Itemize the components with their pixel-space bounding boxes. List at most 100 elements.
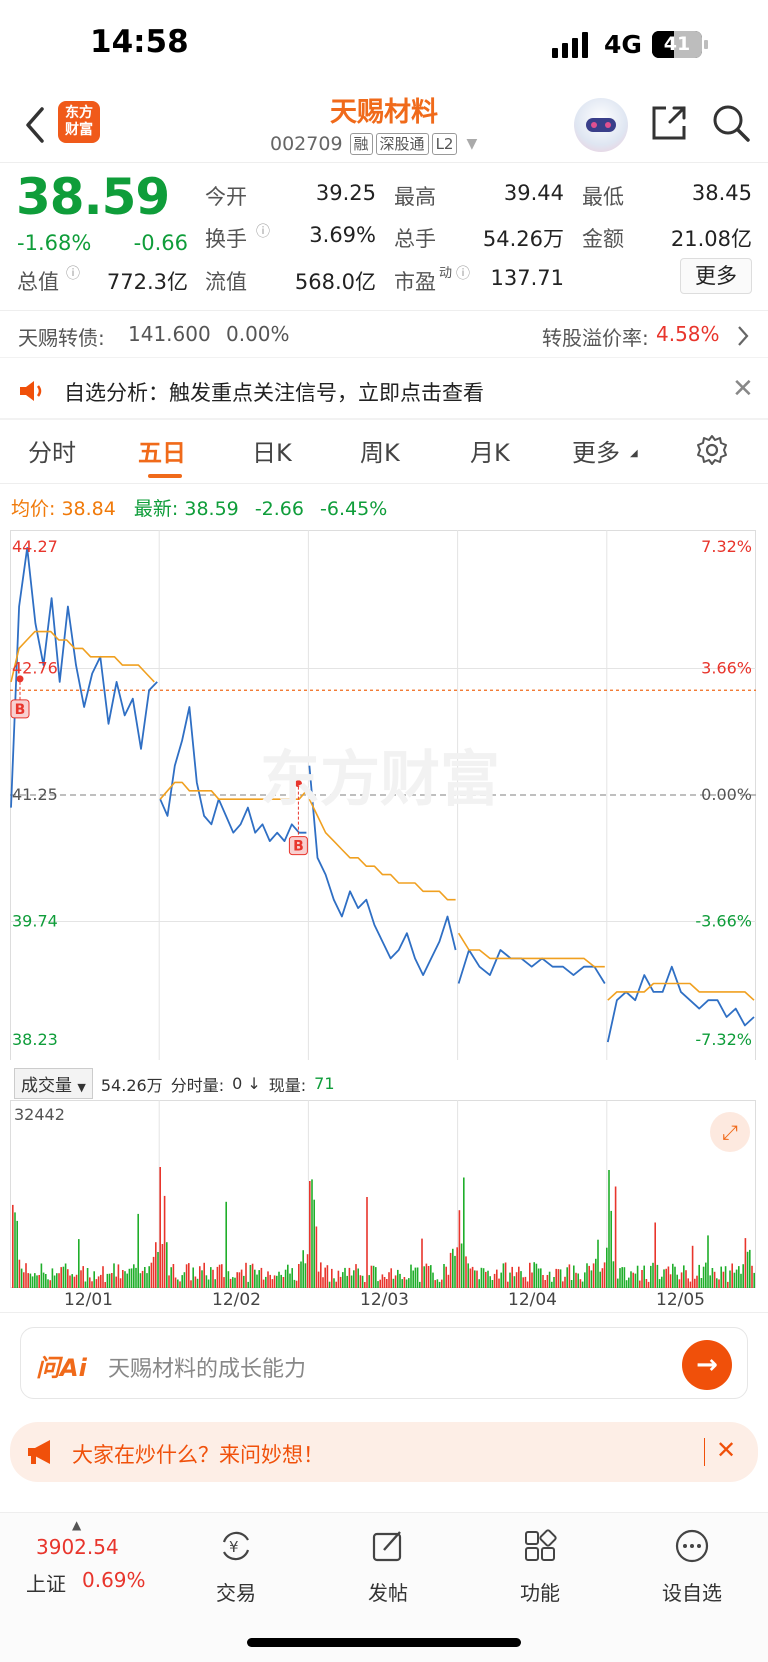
now-volume-label: 现量: — [268, 1075, 307, 1095]
buy-marker-dot — [16, 675, 24, 683]
tab-daily-k[interactable]: 日K — [252, 433, 292, 468]
volume-bar — [641, 1270, 643, 1288]
dropdown-icon: ◢ — [630, 448, 638, 459]
volume-bar — [586, 1263, 588, 1288]
volume-bar — [689, 1281, 692, 1288]
tab-intraday[interactable]: 分时 — [28, 433, 76, 468]
stock-code-row[interactable]: 002709 融 深股通 L2 ▼ — [270, 133, 477, 155]
tab-5day[interactable]: 五日 — [138, 433, 186, 468]
search-icon[interactable] — [711, 103, 751, 143]
index-change[interactable]: 0.69% — [82, 1568, 146, 1592]
network-label: 4G — [604, 30, 642, 59]
nav-features[interactable]: 功能 — [480, 1528, 600, 1606]
volume-bar — [454, 1255, 456, 1288]
volume-bar — [531, 1272, 533, 1288]
volume-bar — [353, 1270, 355, 1288]
tab-monthly-k[interactable]: 月K — [470, 433, 510, 468]
volume-bar — [480, 1267, 483, 1288]
volume-bar — [203, 1262, 205, 1288]
volume-bar — [93, 1271, 95, 1288]
latest-change-pct: -6.45% — [320, 498, 388, 520]
y-tick-label: 42.76 — [12, 659, 58, 678]
volume-bar — [408, 1278, 410, 1288]
change-percent: -1.68% — [17, 231, 92, 255]
convertible-bond-row[interactable]: 天赐转债: 141.600 0.00% 转股溢价率: 4.58% — [0, 312, 768, 357]
volume-bar — [313, 1199, 315, 1288]
chart-info-line: 均价: 38.84 最新: 38.59 -2.66 -6.45% — [11, 494, 387, 521]
volume-bar — [597, 1239, 599, 1288]
info-icon[interactable]: ⓘ — [66, 263, 80, 283]
volume-bar — [254, 1269, 256, 1288]
price-chart[interactable]: 44.27 7.32% 42.76 3.66% 41.25 0.00% 39.74 -3.66… — [10, 530, 756, 1060]
more-button[interactable]: 更多 — [680, 258, 752, 294]
volume-bar — [27, 1273, 29, 1288]
volume-bar — [482, 1268, 485, 1288]
volume-bar — [410, 1264, 412, 1288]
nav-post[interactable]: 发帖 — [328, 1528, 448, 1606]
volume-bar — [592, 1263, 595, 1288]
info-icon[interactable]: ⓘ — [456, 263, 470, 283]
volume-bar — [432, 1272, 434, 1288]
close-icon[interactable]: ✕ — [716, 1436, 736, 1464]
volume-bar — [229, 1278, 232, 1288]
settings-gear-icon[interactable] — [696, 434, 728, 466]
tab-more[interactable]: 更多 — [572, 433, 620, 468]
volume-bar — [273, 1275, 276, 1288]
volume-chart[interactable]: 32442 — [10, 1100, 756, 1288]
volume-bar — [97, 1276, 100, 1288]
volume-bar — [359, 1275, 362, 1288]
float-value-label: 流值 — [205, 270, 247, 294]
index-name[interactable]: 上证 — [26, 1568, 66, 1597]
volume-bar — [284, 1269, 287, 1288]
tab-weekly-k[interactable]: 周K — [360, 433, 400, 468]
volume-bar — [412, 1270, 414, 1288]
volume-bar — [113, 1263, 115, 1288]
volume-bar — [498, 1278, 500, 1288]
volume-bar — [223, 1277, 225, 1288]
minute-volume-value: 0 ↓ — [232, 1074, 261, 1093]
ai-search-input[interactable]: 天赐材料的成长能力 — [108, 1351, 306, 1383]
volume-indicator-select[interactable]: 成交量 ▼ — [14, 1068, 93, 1099]
volume-bar — [606, 1247, 608, 1288]
share-icon[interactable] — [650, 104, 688, 142]
volume-bar — [370, 1265, 373, 1288]
volume-bar — [487, 1270, 489, 1288]
volume-bar — [562, 1281, 564, 1288]
robot-avatar[interactable] — [574, 98, 628, 152]
volume-bar — [20, 1268, 23, 1288]
info-icon[interactable]: ⓘ — [256, 221, 270, 241]
volume-bar — [339, 1276, 342, 1288]
dropdown-icon: ▼ — [466, 136, 478, 152]
nav-add-watchlist[interactable]: 设自选 — [632, 1528, 752, 1606]
expand-icon[interactable]: ⤢ — [710, 1112, 750, 1152]
nav-trade[interactable]: ¥ 交易 — [176, 1528, 296, 1606]
now-volume-value: 71 — [314, 1074, 335, 1093]
volume-bar — [232, 1277, 234, 1288]
volume-bar — [469, 1268, 472, 1288]
index-value[interactable]: 3902.54 — [36, 1535, 119, 1559]
volume-bar — [361, 1275, 364, 1288]
volume-bar — [656, 1264, 659, 1288]
volume-bar — [685, 1270, 687, 1288]
pct-tick-label: 3.66% — [701, 659, 752, 678]
volume-bar — [194, 1276, 197, 1288]
tag-margin: 融 — [349, 133, 373, 155]
send-arrow-icon[interactable]: → — [682, 1340, 732, 1390]
close-icon[interactable]: ✕ — [732, 374, 754, 404]
volume-bar — [106, 1273, 109, 1288]
volume-bar — [188, 1263, 190, 1288]
volume-bar — [234, 1277, 236, 1288]
edit-icon — [372, 1531, 402, 1562]
volume-bar — [14, 1212, 16, 1288]
volume-bar — [249, 1265, 252, 1288]
volume-bar — [174, 1277, 177, 1288]
volume-bar — [438, 1281, 441, 1288]
volume-bar — [672, 1263, 674, 1288]
volume-bar — [465, 1256, 467, 1288]
volume-bar — [80, 1270, 82, 1288]
volume-bar — [590, 1270, 593, 1288]
volume-bar — [509, 1272, 511, 1288]
tag-connect: 深股通 — [375, 133, 429, 155]
volume-bar — [683, 1265, 685, 1288]
total-value: 772.3亿 — [106, 270, 188, 294]
